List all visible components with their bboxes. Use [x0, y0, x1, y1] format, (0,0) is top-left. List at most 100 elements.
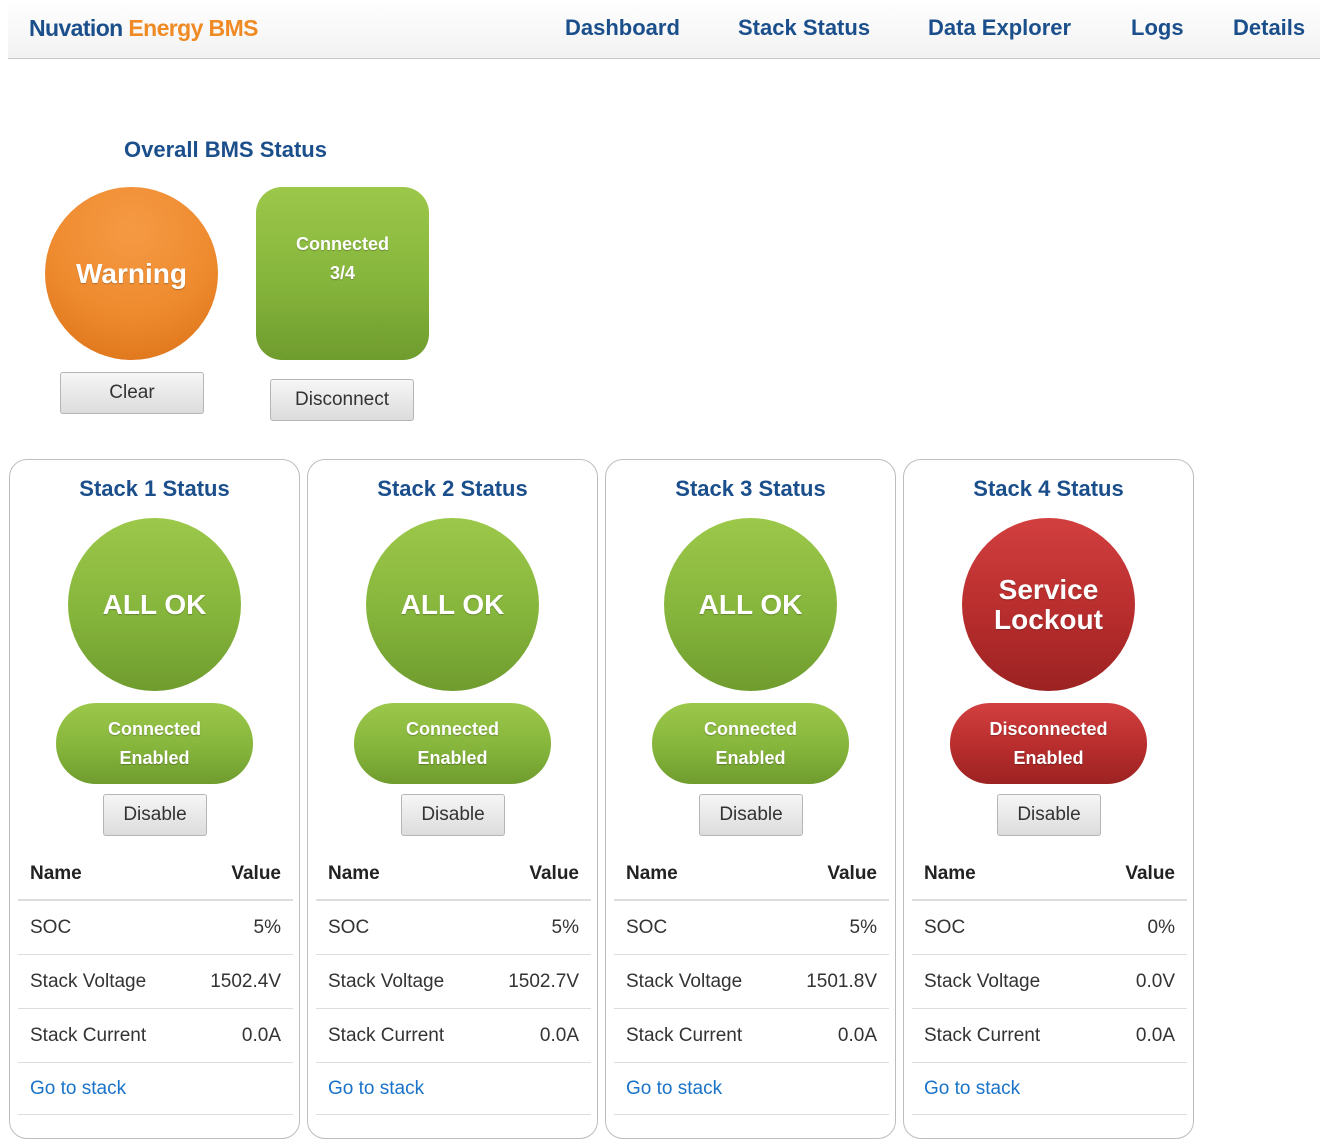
row-name: Stack Current — [30, 1024, 147, 1046]
table-header: Name Value — [316, 848, 591, 901]
table-row: Stack Voltage 1501.8V — [614, 955, 889, 1009]
table-row: Go to stack — [316, 1063, 591, 1115]
top-navbar: Nuvation Energy BMS Dashboard Stack Stat… — [8, 0, 1320, 59]
row-value: 5% — [253, 916, 281, 938]
row-name: Stack Current — [626, 1024, 743, 1046]
stack-card-3: Stack 3 Status ALL OK Connected Enabled … — [605, 459, 896, 1139]
nav-data-explorer[interactable]: Data Explorer — [928, 15, 1071, 41]
row-value: 5% — [849, 916, 877, 938]
stack-status-text: Service — [998, 573, 1099, 605]
stack-connection-badge: Connected Enabled — [652, 703, 849, 784]
stack-card-2: Stack 2 Status ALL OK Connected Enabled … — [307, 459, 598, 1139]
stack-connection-state: Connected — [107, 718, 201, 739]
stack-connection-state: Connected — [405, 718, 499, 739]
row-value: 0% — [1147, 916, 1175, 938]
go-to-stack-link[interactable]: Go to stack — [924, 1078, 1020, 1099]
row-name: SOC — [924, 916, 966, 938]
table-row: Stack Current 0.0A — [316, 1009, 591, 1063]
row-name: Stack Voltage — [328, 970, 445, 992]
stack-enabled-state: Enabled — [119, 747, 190, 768]
row-name: Stack Voltage — [924, 970, 1041, 992]
stack-title: Stack 3 Status — [675, 476, 826, 501]
row-name: Stack Current — [328, 1024, 445, 1046]
disable-button[interactable]: Disable — [103, 794, 207, 836]
nav-stack-status[interactable]: Stack Status — [738, 15, 870, 41]
disable-button[interactable]: Disable — [699, 794, 803, 836]
row-name: SOC — [626, 916, 668, 938]
go-to-stack-link[interactable]: Go to stack — [626, 1078, 722, 1099]
overall-connection-indicator: Connected 3/4 — [256, 187, 429, 360]
table-row: Stack Voltage 0.0V — [912, 955, 1187, 1009]
nav-logs[interactable]: Logs — [1131, 15, 1184, 41]
table-row: Stack Current 0.0A — [614, 1009, 889, 1063]
stack-status-text: ALL OK — [102, 588, 207, 620]
stack-status-indicator: Service Lockout — [962, 518, 1135, 691]
stack-status-text-2: Lockout — [994, 603, 1103, 635]
stack-connection-state: Disconnected — [989, 718, 1108, 739]
overall-status-title: Overall BMS Status — [124, 137, 327, 162]
stack-connection-badge: Disconnected Enabled — [950, 703, 1147, 784]
go-to-stack-link[interactable]: Go to stack — [30, 1078, 126, 1099]
stack-status-indicator: ALL OK — [366, 518, 539, 691]
stack-connection-state: Connected — [703, 718, 797, 739]
row-value: 1502.4V — [210, 970, 281, 992]
clear-button[interactable]: Clear — [60, 372, 204, 414]
column-header-name: Name — [328, 862, 380, 884]
row-value: 0.0A — [539, 1024, 579, 1046]
table-row: Stack Current 0.0A — [18, 1009, 293, 1063]
table-row: Stack Voltage 1502.4V — [18, 955, 293, 1009]
nav-details[interactable]: Details — [1233, 15, 1305, 41]
row-value: 0.0A — [1135, 1024, 1175, 1046]
overall-connection-text: Connected — [295, 233, 389, 254]
table-row: SOC 5% — [18, 901, 293, 955]
stack-values-table: Name Value SOC 0% Stack Voltage 0.0V Sta… — [912, 848, 1187, 1115]
disable-button[interactable]: Disable — [997, 794, 1101, 836]
stack-values-table: Name Value SOC 5% Stack Voltage 1502.7V … — [316, 848, 591, 1115]
stack-status-indicator: ALL OK — [664, 518, 837, 691]
table-row: SOC 0% — [912, 901, 1187, 955]
table-row: Stack Current 0.0A — [912, 1009, 1187, 1063]
main-nav: Dashboard Stack Status Data Explorer Log… — [8, 15, 1320, 45]
table-row: SOC 5% — [614, 901, 889, 955]
stack-connection-badge: Connected Enabled — [56, 703, 253, 784]
row-name: SOC — [30, 916, 72, 938]
row-value: 0.0A — [837, 1024, 877, 1046]
overall-connection-count: 3/4 — [329, 262, 356, 283]
disable-button[interactable]: Disable — [401, 794, 505, 836]
stack-card-1: Stack 1 Status ALL OK Connected Enabled … — [9, 459, 300, 1139]
column-header-value: Value — [529, 862, 579, 884]
table-header: Name Value — [912, 848, 1187, 901]
row-value: 5% — [551, 916, 579, 938]
stack-title: Stack 4 Status — [973, 476, 1124, 501]
nav-dashboard[interactable]: Dashboard — [565, 15, 680, 41]
row-name: Stack Voltage — [30, 970, 147, 992]
stack-values-table: Name Value SOC 5% Stack Voltage 1502.4V … — [18, 848, 293, 1115]
row-name: Stack Voltage — [626, 970, 743, 992]
row-name: SOC — [328, 916, 370, 938]
row-value: 1502.7V — [508, 970, 579, 992]
table-row: SOC 5% — [316, 901, 591, 955]
stack-enabled-state: Enabled — [1013, 747, 1084, 768]
table-header: Name Value — [18, 848, 293, 901]
column-header-name: Name — [626, 862, 678, 884]
stack-status-text: ALL OK — [400, 588, 505, 620]
stack-enabled-state: Enabled — [417, 747, 488, 768]
stack-status-text: ALL OK — [698, 588, 803, 620]
column-header-name: Name — [924, 862, 976, 884]
stack-enabled-state: Enabled — [715, 747, 786, 768]
overall-status-indicator: Warning — [45, 187, 218, 360]
column-header-value: Value — [1125, 862, 1175, 884]
row-value: 0.0V — [1135, 970, 1175, 992]
disconnect-button[interactable]: Disconnect — [270, 379, 414, 421]
stack-connection-badge: Connected Enabled — [354, 703, 551, 784]
table-row: Go to stack — [18, 1063, 293, 1115]
stack-status-indicator: ALL OK — [68, 518, 241, 691]
column-header-value: Value — [827, 862, 877, 884]
overall-status-text: Warning — [76, 257, 187, 289]
stack-values-table: Name Value SOC 5% Stack Voltage 1501.8V … — [614, 848, 889, 1115]
stack-card-4: Stack 4 Status Service Lockout Disconnec… — [903, 459, 1194, 1139]
go-to-stack-link[interactable]: Go to stack — [328, 1078, 424, 1099]
column-header-value: Value — [231, 862, 281, 884]
stack-title: Stack 1 Status — [79, 476, 230, 501]
row-value: 1501.8V — [806, 970, 877, 992]
